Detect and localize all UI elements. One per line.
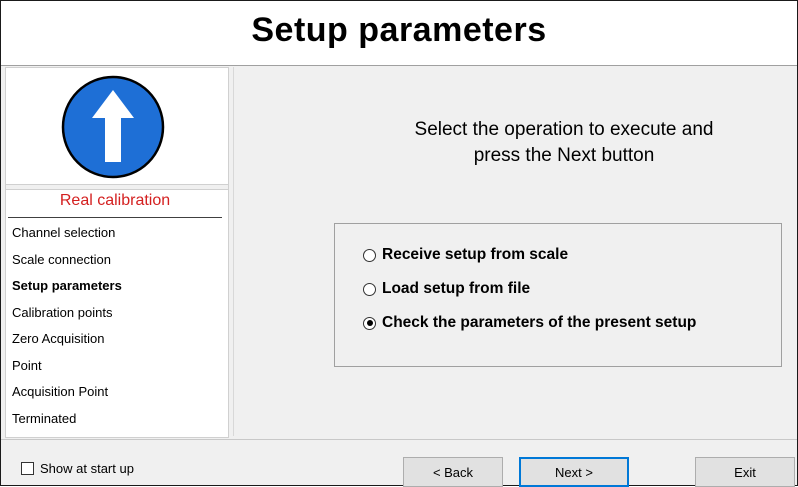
radio-button[interactable] [363,248,376,262]
back-button[interactable]: < Back [403,457,503,487]
checkbox-label: Show at start up [40,461,134,476]
option-label: Receive setup from scale [382,246,569,263]
step-item: Terminated [12,410,77,426]
page-title: Setup parameters [251,11,547,49]
option-label: Check the parameters of the present setu… [382,314,697,331]
section-title: Real calibration [59,192,171,209]
operation-options: Receive setup from scale Load setup from… [334,223,782,367]
footer-divider [1,439,797,440]
step-item-active: Setup parameters [12,278,122,293]
show-at-startup-checkbox[interactable]: Show at start up [21,461,134,476]
option-check-parameters[interactable]: Check the parameters of the present setu… [363,312,696,334]
wizard-window: Setup parameters Real calibration Channe… [0,0,798,487]
next-button[interactable]: Next > [519,457,629,487]
step-icon-area [6,68,228,184]
step-item: Point [12,357,42,373]
option-label: Load setup from file [382,280,531,297]
exit-button[interactable]: Exit [695,457,795,487]
main-panel: Select the operation to execute and pres… [233,67,796,436]
header: Setup parameters [1,1,797,66]
step-item: Acquisition Point [12,384,109,399]
step-item: Calibration points [12,304,113,320]
option-receive-setup[interactable]: Receive setup from scale [363,244,568,266]
sidebar: Real calibration Channel selection Scale… [5,67,229,438]
option-load-setup[interactable]: Load setup from file [363,278,530,300]
sidebar-divider [6,184,228,190]
section-rule [8,217,222,218]
checkbox[interactable] [21,462,34,475]
step-item: Zero Acquisition [12,331,105,346]
arrow-up-circle-icon [61,75,165,179]
instruction-text: Select the operation to execute and pres… [334,117,794,169]
radio-button[interactable] [363,282,376,296]
steps-list: Channel selection Scale connection Setup… [12,220,122,432]
step-item: Channel selection [12,225,116,240]
instruction-line: Select the operation to execute and [414,119,714,140]
instruction-line: press the Next button [473,145,655,166]
step-item: Scale connection [12,251,112,267]
radio-button-selected[interactable] [363,316,376,330]
